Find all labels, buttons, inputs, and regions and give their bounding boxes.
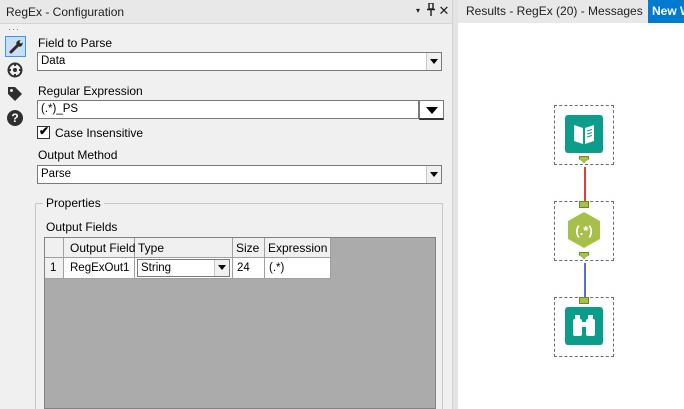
expression-cell[interactable]: (.*) [265,258,331,279]
regex-hexagon-icon: (.*) [565,211,603,249]
column-header-output-field[interactable]: Output Field [64,238,135,258]
configuration-wrench-icon[interactable] [5,36,26,57]
output-fields-grid: Output Field Type Size Expression 1 RegE… [44,237,436,409]
book-icon [565,115,603,153]
tab-new-workflow[interactable]: New W [648,0,684,23]
output-method-select[interactable]: Parse [37,165,442,184]
pin-icon[interactable] [424,2,438,19]
column-header-size[interactable]: Size [233,238,265,258]
field-to-parse-select[interactable]: Data [37,52,442,71]
regex-tokens-menu-button[interactable] [419,100,444,120]
size-cell[interactable]: 24 [233,258,265,279]
case-insensitive-checkbox[interactable]: ✔ [37,124,50,139]
field-to-parse-label: Field to Parse [38,36,113,50]
type-value: String [141,262,172,274]
checkmark-icon: ✔ [39,124,50,138]
field-to-parse-value: Data [41,55,66,67]
output-field-cell[interactable]: RegExOut1 [64,258,135,279]
panel-dropdown-icon[interactable]: ▾ [411,3,425,19]
output-anchor[interactable] [579,156,589,163]
close-icon[interactable]: ✕ [437,3,451,19]
tag-icon[interactable] [5,84,26,105]
browse-tool[interactable] [554,297,614,357]
panel-header: RegEx - Configuration ▾ ✕ [0,0,452,24]
chevron-down-icon[interactable] [426,166,441,183]
binoculars-icon [565,307,603,345]
regular-expression-input[interactable]: (.*)_PS [37,100,419,119]
output-anchor[interactable] [579,252,589,259]
panel-title: RegEx - Configuration [6,5,125,19]
grid-corner-header [45,238,64,258]
properties-label: Properties [43,196,104,210]
regex-tool[interactable]: (.*) [554,201,614,261]
input-data-tool[interactable] [554,105,614,165]
regular-expression-label: Regular Expression [38,84,143,98]
anchor-icon[interactable] [5,60,26,81]
tab-results-messages[interactable]: Results - RegEx (20) - Messages [461,0,648,23]
configuration-panel: RegEx - Configuration ▾ ✕ ··· ? Field to… [0,0,452,409]
input-anchor[interactable] [579,201,589,208]
connection-line-regex-to-browse[interactable] [584,263,586,297]
tab-bar: Results - RegEx (20) - Messages New W [458,0,684,23]
input-anchor[interactable] [579,297,589,304]
output-method-value: Parse [41,168,72,180]
chevron-down-icon[interactable] [214,260,229,276]
column-header-type[interactable]: Type [135,238,233,258]
regular-expression-value: (.*)_PS [41,103,79,115]
panel-icon-strip: ··· ? [0,24,30,409]
type-select[interactable]: String [137,259,230,277]
output-method-label: Output Method [38,148,118,162]
connection-line-input-to-regex[interactable] [584,167,586,201]
type-cell: String [135,258,233,279]
workflow-canvas[interactable]: Results - RegEx (20) - Messages New W (.… [458,0,684,409]
strip-grip-dots: ··· [8,24,20,34]
chevron-down-icon[interactable] [426,53,441,70]
row-number-cell[interactable]: 1 [45,258,64,279]
help-icon[interactable]: ? [5,108,26,129]
case-insensitive-label[interactable]: Case Insensitive [55,126,143,140]
column-header-expression[interactable]: Expression [265,238,331,258]
output-fields-label: Output Fields [46,220,118,234]
help-glyph: ? [7,110,23,126]
regex-glyph: (.*) [575,223,592,238]
